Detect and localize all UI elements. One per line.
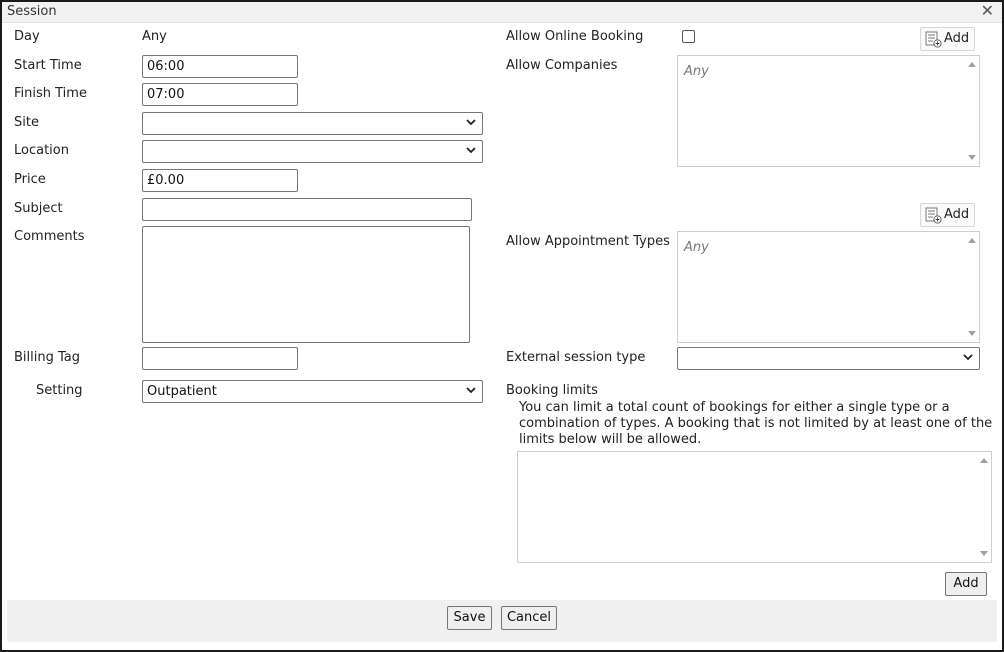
setting-select-value: Outpatient [147, 384, 217, 399]
scrollbar[interactable] [977, 452, 991, 562]
setting-label: Setting [36, 383, 83, 398]
site-label: Site [14, 115, 39, 130]
session-dialog: Session ✕ Day Any Start Time 06:00 Finis… [0, 0, 1004, 652]
allow-online-booking-checkbox[interactable] [682, 30, 695, 43]
allow-companies-label: Allow Companies [506, 58, 618, 73]
booking-limits-description: You can limit a total count of bookings … [519, 400, 993, 447]
close-icon[interactable]: ✕ [981, 2, 994, 20]
location-select[interactable] [142, 140, 483, 163]
save-button[interactable]: Save [447, 606, 492, 630]
price-input[interactable]: £0.00 [142, 169, 298, 192]
scrollbar[interactable] [965, 56, 979, 166]
add-booking-limit-button[interactable]: Add [945, 572, 987, 596]
chevron-down-icon [466, 387, 476, 394]
booking-limits-list[interactable] [517, 451, 992, 563]
subject-label: Subject [14, 201, 63, 216]
scroll-up-icon[interactable] [968, 238, 976, 243]
dialog-titlebar: Session ✕ [2, 2, 1002, 23]
finish-time-input[interactable]: 07:00 [142, 83, 298, 106]
external-session-type-label: External session type [506, 350, 646, 365]
scrollbar[interactable] [965, 232, 979, 342]
scroll-down-icon[interactable] [980, 551, 988, 556]
location-label: Location [14, 143, 69, 158]
cancel-button[interactable]: Cancel [501, 606, 557, 630]
list-add-icon [925, 207, 942, 224]
add-company-label: Add [944, 31, 970, 46]
subject-input[interactable] [142, 198, 472, 221]
scroll-down-icon[interactable] [968, 331, 976, 336]
finish-time-label: Finish Time [14, 86, 87, 101]
start-time-label: Start Time [14, 58, 82, 73]
chevron-down-icon [466, 119, 476, 126]
comments-label: Comments [14, 229, 85, 244]
add-company-button[interactable]: Add [920, 27, 975, 51]
price-label: Price [14, 172, 46, 187]
chevron-down-icon [466, 147, 476, 154]
dialog-title: Session [7, 4, 57, 19]
day-value: Any [142, 29, 167, 44]
allow-online-booking-label: Allow Online Booking [506, 29, 644, 44]
allow-appointment-types-label: Allow Appointment Types [506, 234, 670, 249]
scroll-up-icon[interactable] [980, 458, 988, 463]
chevron-down-icon [963, 354, 973, 361]
scroll-down-icon[interactable] [968, 155, 976, 160]
scroll-up-icon[interactable] [968, 62, 976, 67]
dialog-footer: Save Cancel [7, 600, 997, 642]
allow-companies-list[interactable]: Any [677, 55, 980, 167]
day-label: Day [14, 29, 40, 44]
add-appointment-type-label: Add [944, 207, 970, 222]
allow-companies-placeholder: Any [684, 64, 709, 79]
external-session-type-select[interactable] [677, 347, 980, 370]
allow-appointment-types-placeholder: Any [684, 240, 709, 255]
allow-appointment-types-list[interactable]: Any [677, 231, 980, 343]
comments-textarea[interactable] [142, 226, 470, 343]
setting-select[interactable]: Outpatient [142, 380, 483, 403]
site-select[interactable] [142, 112, 483, 135]
billing-tag-input[interactable] [142, 347, 298, 370]
list-add-icon [925, 31, 942, 48]
billing-tag-label: Billing Tag [14, 350, 80, 365]
start-time-input[interactable]: 06:00 [142, 55, 298, 78]
add-appointment-type-button[interactable]: Add [920, 203, 975, 227]
booking-limits-label: Booking limits [506, 383, 598, 398]
